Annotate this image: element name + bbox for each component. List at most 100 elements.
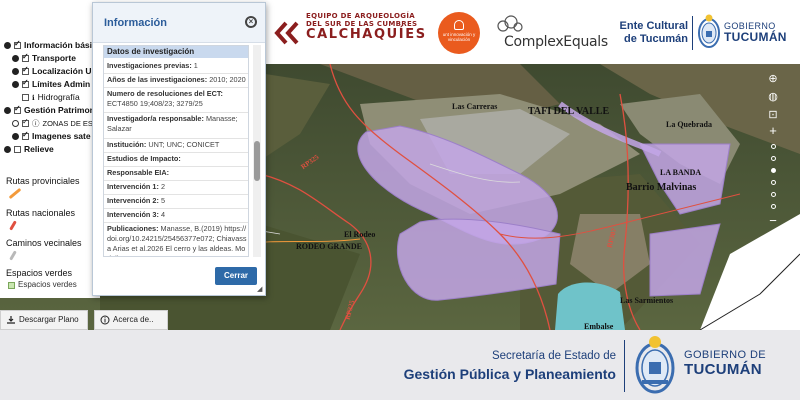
layer-label: Localización U [32, 66, 92, 76]
layer-label: Transporte [32, 53, 76, 63]
expand-icon[interactable] [4, 107, 11, 114]
layer-checkbox[interactable] [14, 104, 21, 114]
zoom-level-dot-active[interactable] [771, 168, 776, 173]
info-row-responsable-eia: Responsable EIA: [107, 168, 248, 178]
layer-transporte[interactable]: Transporte [12, 52, 76, 65]
ente-line1: Ente Cultural [619, 20, 688, 32]
zoom-level-dot[interactable] [771, 156, 776, 161]
row-divider [104, 138, 248, 139]
layers-icon[interactable]: ▣ [766, 230, 780, 244]
layer-checkbox[interactable] [22, 117, 29, 127]
about-label: Acerca de.. [113, 315, 154, 324]
close-icon[interactable]: × [245, 16, 257, 28]
row-divider [104, 112, 248, 113]
layer-hidrografia[interactable]: ℹ Hidrografía [22, 92, 80, 104]
info-row-value: ECT4850 19;408/23; 3279/25 [107, 99, 203, 108]
info-row-label: Años de las investigaciones: [107, 75, 208, 84]
zoom-minus-icon[interactable]: − [766, 214, 780, 228]
info-popup-scrollbar[interactable] [253, 45, 261, 257]
cerrar-button[interactable]: Cerrar [215, 267, 257, 285]
layer-checkbox[interactable] [14, 39, 21, 49]
info-row-publicaciones[interactable]: Publicaciones: Manasse, B.(2019) https:/… [107, 224, 248, 256]
expand-icon[interactable] [12, 68, 19, 75]
layer-informacion-basica[interactable]: Información básica [4, 39, 101, 52]
zoom-in-icon[interactable]: ⊕ [766, 72, 780, 86]
info-row-label: Numero de resoluciones del ECT: [107, 89, 223, 98]
layer-localizacion[interactable]: Localización U [12, 65, 92, 78]
layer-checkbox[interactable] [22, 65, 29, 75]
footer-secretaria: Secretaría de Estado de [491, 350, 616, 362]
place-tafi-del-valle: TAFI DEL VALLE [528, 106, 610, 117]
info-row-intervencion-1: Intervención 1: 2 [107, 182, 248, 192]
layer-label: Hidrografía [37, 92, 80, 102]
equipo-line3: CALCHAQUÍES [306, 27, 427, 43]
info-row-value: 2010; 2020 [209, 75, 246, 84]
complexequals-text: ComplexEquals [504, 34, 608, 50]
expand-icon[interactable] [4, 146, 11, 153]
about-button[interactable]: Acerca de.. [94, 310, 168, 330]
layer-panel: Información básica Transporte Localizaci… [0, 32, 103, 298]
gobierno-line2: TUCUMÁN [724, 30, 787, 45]
map-toolbar: ⊕ ◍ ⊡ + − ▣ [762, 72, 784, 282]
scrollbar-thumb[interactable] [254, 141, 260, 181]
footer-gestion: Gestión Pública y Planeamiento [403, 366, 616, 382]
unt-logo-text: unt innovación y vinculación [442, 32, 476, 43]
info-popup-titlebar[interactable]: Información × [93, 3, 265, 43]
legend-swatch-provinciales [8, 187, 22, 200]
layer-checkbox[interactable] [22, 78, 29, 88]
legend-rutas-provinciales: Rutas provinciales [6, 176, 80, 186]
layer-relieve[interactable]: Relieve [4, 144, 54, 156]
complexequals-circles-icon [497, 15, 523, 32]
expand-icon[interactable] [4, 42, 11, 49]
legend-caminos-vecinales: Caminos vecinales [6, 238, 82, 248]
info-row-value: 2 [160, 182, 165, 191]
zoom-level-dot[interactable] [771, 192, 776, 197]
info-row-value: UNT; UNC; CONICET [148, 140, 220, 149]
place-barrio-malvinas: Barrio Malvinas [626, 182, 697, 193]
layer-checkbox[interactable] [22, 52, 29, 62]
info-circle-icon [100, 315, 110, 325]
info-popup-title: Información [104, 17, 167, 29]
header-divider [692, 16, 693, 50]
place-el-rodeo: El Rodeo [344, 230, 376, 239]
info-row-intervencion-3: Intervención 3: 4 [107, 210, 248, 220]
unt-icon [454, 20, 464, 30]
legend-rutas-nacionales: Rutas nacionales [6, 208, 76, 218]
info-popup-content[interactable]: Datos de investigación Investigaciones p… [103, 45, 249, 257]
globe-icon[interactable]: ◍ [766, 90, 780, 104]
layer-label: Imagenes sate [32, 131, 91, 141]
info-row-value: 1 [193, 61, 198, 70]
info-row-label: Intervención 2: [107, 196, 159, 205]
download-plan-button[interactable]: Descargar Plano [0, 310, 88, 330]
info-row-investigador: Investigador/a responsable: Manasse; Sal… [107, 114, 248, 134]
layer-zonas-estudio[interactable]: ⓘZONAS DE ESTU [12, 117, 103, 130]
zoom-level-dot[interactable] [771, 204, 776, 209]
layer-limites[interactable]: Límites Admin [12, 78, 90, 91]
zoom-level-dot[interactable] [771, 180, 776, 185]
download-icon [7, 316, 15, 324]
expand-icon[interactable] [12, 133, 19, 140]
expand-icon[interactable] [12, 120, 19, 127]
row-divider [104, 208, 248, 209]
place-la-banda: LA BANDA [660, 168, 702, 177]
info-row-value: 4 [160, 210, 165, 219]
info-row-value: 5 [160, 196, 165, 205]
layer-imagenes-satelitales[interactable]: Imagenes sate [12, 130, 91, 143]
zoom-plus-icon[interactable]: + [766, 124, 780, 138]
layer-gestion-patrimonio[interactable]: Gestión Patrimonio [4, 104, 102, 117]
resize-grip-icon[interactable]: ◢ [257, 285, 265, 293]
legend-swatch-caminos [9, 250, 17, 261]
layer-checkbox[interactable] [14, 146, 21, 153]
place-embalse: Embalse [584, 322, 614, 330]
footer-gobierno-line2: TUCUMÁN [684, 360, 762, 378]
expand-icon[interactable] [12, 55, 19, 62]
legend-espacios-verdes: Espacios verdes [6, 268, 73, 278]
zoom-level-dot[interactable] [771, 144, 776, 149]
info-section-header: Datos de investigación [104, 46, 248, 58]
extent-icon[interactable]: ⊡ [766, 108, 780, 122]
layer-checkbox[interactable] [22, 94, 29, 101]
layer-checkbox[interactable] [22, 130, 29, 140]
expand-icon[interactable] [12, 81, 19, 88]
footer-gobierno-logo: GOBIERNO DE TUCUMÁN [684, 349, 766, 378]
place-las-sarmientos: Las Sarmientos [620, 296, 674, 305]
